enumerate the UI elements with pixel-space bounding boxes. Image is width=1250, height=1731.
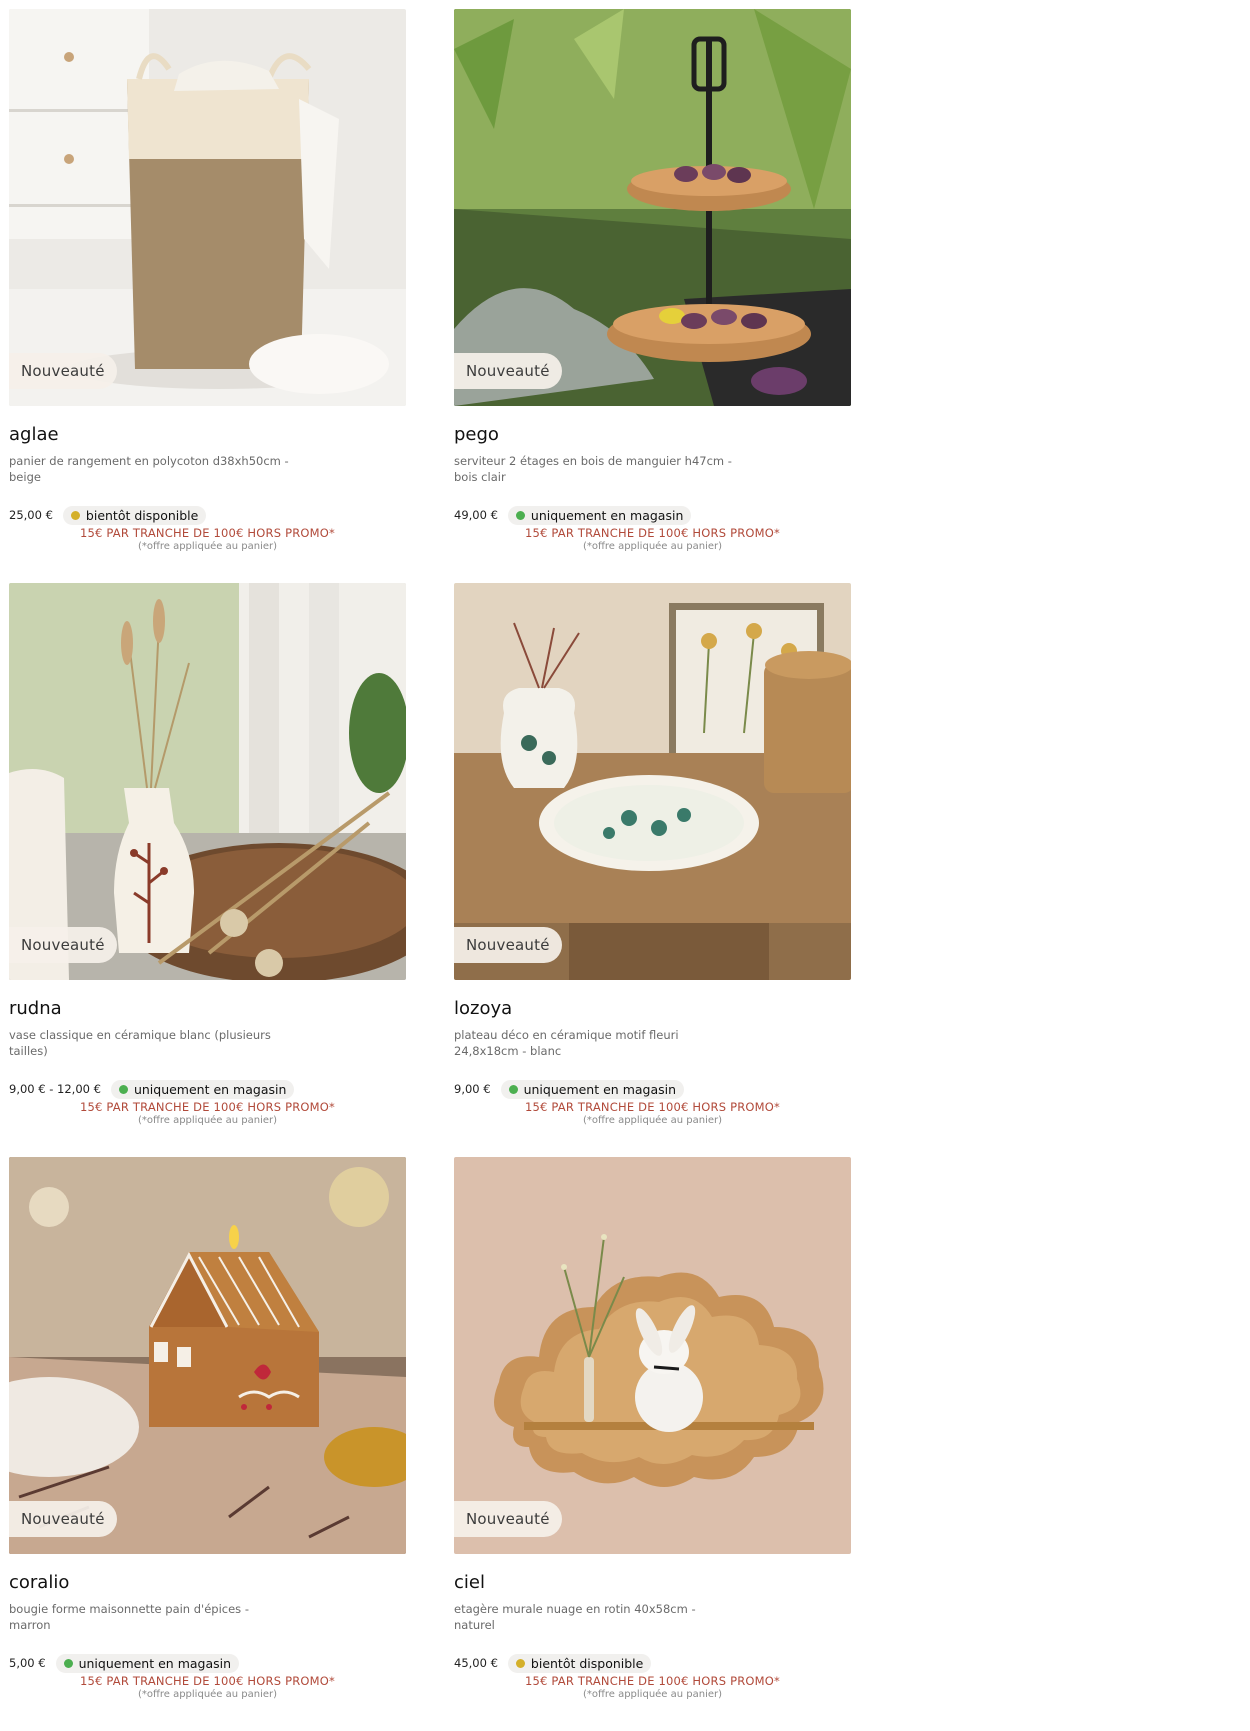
product-name[interactable]: aglae bbox=[9, 424, 406, 448]
availability-label: uniquement en magasin bbox=[523, 1081, 677, 1097]
offer-note: (*offre appliquée au panier) bbox=[582, 1115, 723, 1126]
new-badge: Nouveauté bbox=[454, 1501, 562, 1537]
price-line: 49,00 € uniquement en magasin bbox=[454, 505, 851, 525]
availability-label: bientôt disponible bbox=[85, 507, 199, 523]
availability-label: uniquement en magasin bbox=[133, 1081, 287, 1097]
status-dot-icon bbox=[63, 1658, 73, 1668]
product-image-gingerbread-candle[interactable]: Nouveauté bbox=[9, 1157, 406, 1554]
availability-label: uniquement en magasin bbox=[78, 1655, 232, 1671]
price-line: 5,00 € uniquement en magasin bbox=[9, 1653, 406, 1673]
product-name[interactable]: pego bbox=[454, 424, 851, 448]
product-image-server[interactable]: Nouveauté bbox=[454, 9, 851, 406]
product-image-cloud-shelf[interactable]: Nouveauté bbox=[454, 1157, 851, 1554]
status-dot-icon bbox=[508, 1084, 518, 1094]
status-dot-icon bbox=[515, 510, 525, 520]
product-description: panier de rangement en polycoton d38xh50… bbox=[9, 454, 289, 484]
new-badge: Nouveauté bbox=[454, 927, 562, 963]
new-badge: Nouveauté bbox=[454, 353, 562, 389]
product-description: etagère murale nuage en rotin 40x58cm - … bbox=[454, 1602, 696, 1632]
availability-label: bientôt disponible bbox=[530, 1655, 644, 1671]
status-dot-icon bbox=[515, 1658, 525, 1668]
product-price: 49,00 € bbox=[454, 508, 498, 522]
offer-note: (*offre appliquée au panier) bbox=[582, 541, 723, 552]
product-price: 45,00 € bbox=[454, 1656, 498, 1670]
availability-badge: bientôt disponible bbox=[62, 505, 207, 525]
product-description: bougie forme maisonnette pain d'épices -… bbox=[9, 1602, 249, 1632]
price-line: 25,00 € bientôt disponible bbox=[9, 505, 406, 525]
product-card[interactable]: Nouveauté aglae panier de rangement en p… bbox=[9, 9, 406, 583]
product-price: 9,00 € bbox=[454, 1082, 491, 1096]
product-name[interactable]: coralio bbox=[9, 1572, 406, 1596]
status-dot-icon bbox=[118, 1084, 128, 1094]
product-name[interactable]: lozoya bbox=[454, 998, 851, 1022]
promo-text: 15€ PAR TRANCHE DE 100€ HORS PROMO* bbox=[80, 1100, 335, 1114]
product-image-tray[interactable]: Nouveauté bbox=[454, 583, 851, 980]
product-name[interactable]: rudna bbox=[9, 998, 406, 1022]
product-price: 25,00 € bbox=[9, 508, 53, 522]
product-card[interactable]: Nouveauté rudna vase classique en cérami… bbox=[9, 583, 406, 1157]
availability-badge: uniquement en magasin bbox=[55, 1653, 240, 1673]
offer-note: (*offre appliquée au panier) bbox=[582, 1689, 723, 1700]
product-name[interactable]: ciel bbox=[454, 1572, 851, 1596]
promo-text: 15€ PAR TRANCHE DE 100€ HORS PROMO* bbox=[80, 1674, 335, 1688]
promo-text: 15€ PAR TRANCHE DE 100€ HORS PROMO* bbox=[525, 526, 780, 540]
availability-badge: uniquement en magasin bbox=[500, 1079, 685, 1099]
availability-badge: uniquement en magasin bbox=[507, 505, 692, 525]
product-price: 9,00 € - 12,00 € bbox=[9, 1082, 101, 1096]
product-grid: Nouveauté aglae panier de rangement en p… bbox=[9, 9, 851, 1731]
new-badge: Nouveauté bbox=[9, 353, 117, 389]
product-description: vase classique en céramique blanc (plusi… bbox=[9, 1028, 271, 1058]
product-price: 5,00 € bbox=[9, 1656, 46, 1670]
new-badge: Nouveauté bbox=[9, 927, 117, 963]
product-image-basket[interactable]: Nouveauté bbox=[9, 9, 406, 406]
price-line: 9,00 € uniquement en magasin bbox=[454, 1079, 851, 1099]
price-line: 45,00 € bientôt disponible bbox=[454, 1653, 851, 1673]
price-line: 9,00 € - 12,00 € uniquement en magasin bbox=[9, 1079, 406, 1099]
product-description: plateau déco en céramique motif fleuri 2… bbox=[454, 1028, 679, 1058]
new-badge: Nouveauté bbox=[9, 1501, 117, 1537]
offer-note: (*offre appliquée au panier) bbox=[137, 1689, 278, 1700]
promo-text: 15€ PAR TRANCHE DE 100€ HORS PROMO* bbox=[80, 526, 335, 540]
availability-label: uniquement en magasin bbox=[530, 507, 684, 523]
product-card[interactable]: Nouveauté lozoya plateau déco en céramiq… bbox=[454, 583, 851, 1157]
status-dot-icon bbox=[70, 510, 80, 520]
product-image-vase[interactable]: Nouveauté bbox=[9, 583, 406, 980]
product-description: serviteur 2 étages en bois de manguier h… bbox=[454, 454, 732, 484]
availability-badge: bientôt disponible bbox=[507, 1653, 652, 1673]
product-card[interactable]: Nouveauté coralio bougie forme maisonnet… bbox=[9, 1157, 406, 1731]
product-card[interactable]: Nouveauté ciel etagère murale nuage en r… bbox=[454, 1157, 851, 1731]
product-card[interactable]: Nouveauté pego serviteur 2 étages en boi… bbox=[454, 9, 851, 583]
offer-note: (*offre appliquée au panier) bbox=[137, 1115, 278, 1126]
promo-text: 15€ PAR TRANCHE DE 100€ HORS PROMO* bbox=[525, 1100, 780, 1114]
promo-text: 15€ PAR TRANCHE DE 100€ HORS PROMO* bbox=[525, 1674, 780, 1688]
offer-note: (*offre appliquée au panier) bbox=[137, 541, 278, 552]
availability-badge: uniquement en magasin bbox=[110, 1079, 295, 1099]
